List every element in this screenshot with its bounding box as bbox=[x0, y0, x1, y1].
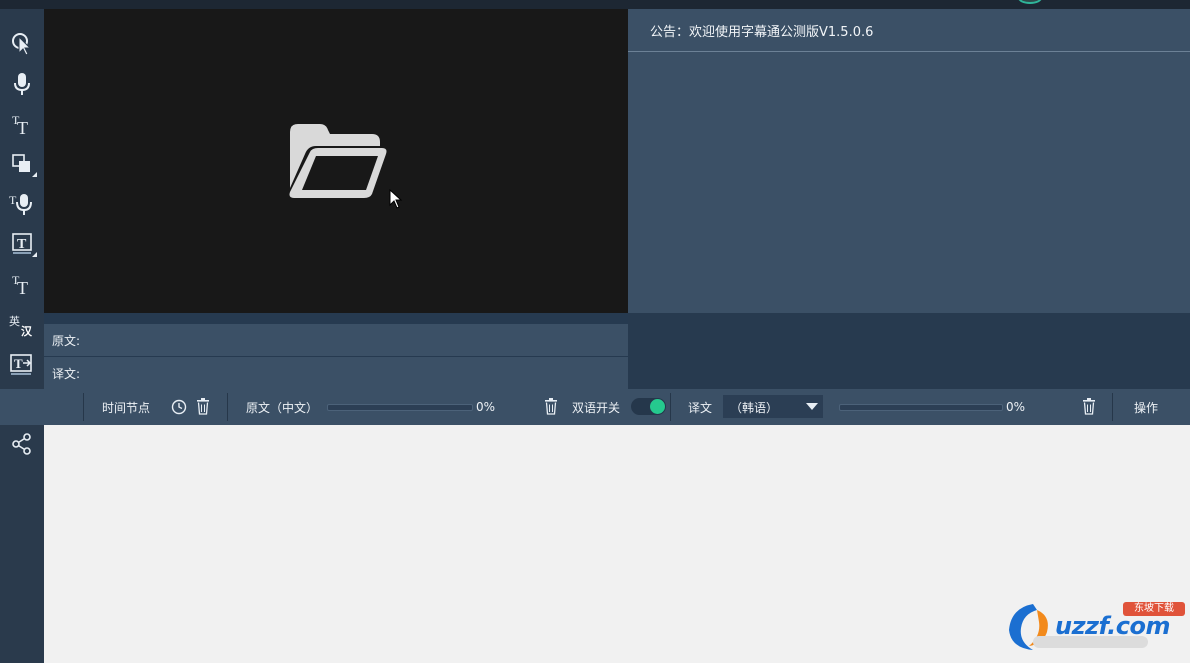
column-separator bbox=[670, 393, 671, 421]
notice-panel: 公告：欢迎使用字幕通公测版V1.5.0.6 bbox=[628, 9, 1190, 313]
original-progress-bar bbox=[327, 404, 473, 411]
font-tool-button[interactable]: T T bbox=[4, 267, 40, 301]
dropdown-arrow-icon bbox=[806, 403, 818, 410]
toggle-knob bbox=[650, 399, 665, 414]
share-icon bbox=[12, 433, 31, 455]
cursor-icon bbox=[12, 33, 32, 56]
translation-text-label: 译文: bbox=[52, 367, 81, 381]
watermark-badge: 东坡下载 bbox=[1123, 602, 1185, 616]
preview-right-panel bbox=[628, 313, 1190, 389]
delete-translation-trash-icon[interactable] bbox=[1082, 398, 1096, 415]
original-text-label: 原文: bbox=[52, 334, 81, 348]
translation-language-select[interactable]: （韩语） bbox=[723, 395, 823, 418]
bilingual-toggle[interactable] bbox=[631, 398, 666, 415]
original-text-row[interactable]: 原文: bbox=[44, 324, 628, 356]
subtitle-preview: 原文: 译文: bbox=[44, 313, 628, 389]
translation-language-value: （韩语） bbox=[730, 401, 779, 415]
translate-target-glyph: 汉 bbox=[21, 325, 32, 338]
submenu-corner-icon bbox=[32, 172, 37, 177]
microphone-icon bbox=[14, 73, 30, 95]
voice-to-text-tool-button[interactable]: T bbox=[4, 187, 40, 221]
clock-icon[interactable] bbox=[171, 399, 187, 415]
text-size-icon: T T bbox=[12, 113, 28, 136]
text-size-tool-button[interactable]: T T bbox=[4, 107, 40, 141]
svg-text:T: T bbox=[9, 193, 17, 207]
open-folder-icon[interactable] bbox=[286, 122, 388, 200]
video-preview-area[interactable] bbox=[44, 9, 628, 313]
title-bar bbox=[0, 0, 1190, 9]
translation-column-label: 译文 bbox=[688, 401, 713, 415]
font-size-icon: T T bbox=[12, 273, 28, 296]
text-box-icon: T bbox=[12, 233, 32, 254]
svg-text:T: T bbox=[17, 237, 27, 252]
text-style-tool-button[interactable]: T bbox=[4, 227, 40, 261]
subtitle-list-header: 时间节点 原文（中文） 0% 双语开关 译文 （韩语） 0% 操作 bbox=[0, 389, 1190, 425]
translate-icon: 英 汉 bbox=[9, 311, 35, 338]
share-tool-button[interactable] bbox=[4, 427, 40, 461]
submenu-corner-icon bbox=[32, 252, 37, 257]
select-tool-button[interactable] bbox=[4, 27, 40, 61]
text-mic-icon: T bbox=[9, 193, 32, 215]
notice-divider bbox=[628, 51, 1190, 52]
translate-tool-button[interactable]: 英 汉 bbox=[4, 307, 40, 341]
translation-progress-bar bbox=[839, 404, 1003, 411]
svg-text:T: T bbox=[14, 356, 23, 371]
watermark-logo: uzzf.com 东坡下载 bbox=[1003, 596, 1190, 663]
notice-text: 公告：欢迎使用字幕通公测版V1.5.0.6 bbox=[650, 25, 874, 40]
translate-source-glyph: 英 bbox=[9, 315, 20, 328]
shapes-icon bbox=[12, 154, 30, 172]
status-dot-icon bbox=[1018, 0, 1042, 4]
column-separator bbox=[83, 393, 84, 421]
original-progress-text: 0% bbox=[476, 400, 496, 414]
tool-sidebar: T T T T T T 英 汉 T bbox=[0, 9, 44, 663]
record-tool-button[interactable] bbox=[4, 67, 40, 101]
text-export-tool-button[interactable]: T bbox=[4, 347, 40, 381]
original-column-label: 原文（中文） bbox=[246, 401, 319, 415]
svg-text:T: T bbox=[17, 278, 28, 296]
translation-progress-text: 0% bbox=[1006, 400, 1026, 414]
translation-text-row[interactable]: 译文: bbox=[44, 357, 628, 389]
mouse-pointer-icon bbox=[389, 189, 403, 209]
delete-time-trash-icon[interactable] bbox=[196, 398, 210, 415]
bilingual-toggle-label: 双语开关 bbox=[572, 401, 621, 415]
delete-original-trash-icon[interactable] bbox=[544, 398, 558, 415]
actions-column-label: 操作 bbox=[1134, 401, 1159, 415]
time-column-label: 时间节点 bbox=[102, 401, 151, 415]
watermark-text: uzzf.com bbox=[1055, 612, 1171, 640]
column-separator bbox=[227, 393, 228, 421]
shape-tool-button[interactable] bbox=[4, 147, 40, 181]
column-separator bbox=[1112, 393, 1113, 421]
svg-text:T: T bbox=[17, 118, 28, 136]
text-export-icon: T bbox=[10, 354, 32, 375]
